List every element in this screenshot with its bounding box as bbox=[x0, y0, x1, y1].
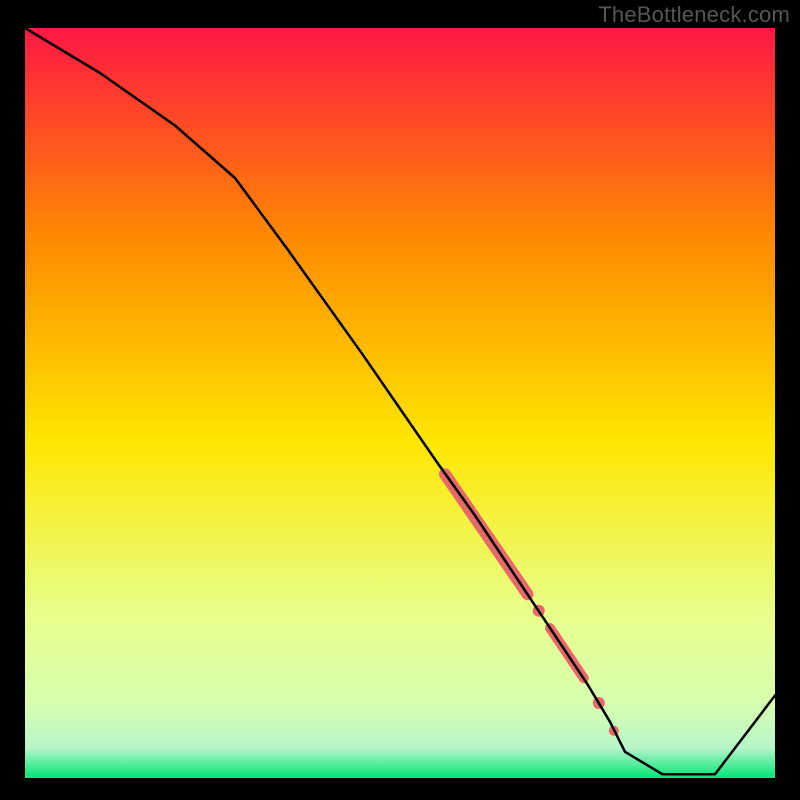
bottleneck-chart bbox=[0, 0, 800, 800]
gradient-background bbox=[25, 28, 775, 778]
watermark-text: TheBottleneck.com bbox=[598, 2, 790, 28]
chart-stage: TheBottleneck.com bbox=[0, 0, 800, 800]
